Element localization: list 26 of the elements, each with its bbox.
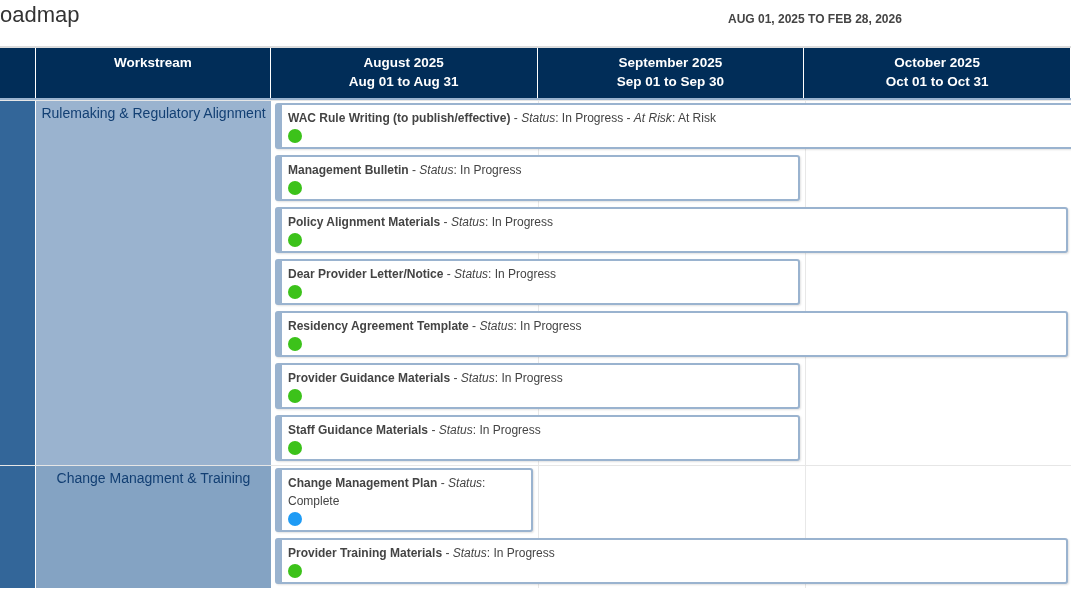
task-label: Staff Guidance Materials - Status: In Progress (288, 422, 542, 439)
task-bar[interactable]: Dear Provider Letter/Notice - Status: In Progress (275, 259, 800, 305)
task-label: Policy Alignment Materials - Status: In Progress (288, 214, 554, 231)
task-label: Residency Agreement Template - Status: In Progress (288, 318, 583, 335)
task-label: WAC Rule Writing (to publish/effective) - Status: In Progress - At Risk: At Risk (288, 110, 717, 127)
date-range: AUG 01, 2025 TO FEB 28, 2026 (728, 12, 902, 26)
column-header: August 2025 Aug 01 to Aug 31 (270, 48, 538, 98)
task-bar[interactable]: Residency Agreement Template - Status: In Progress (275, 311, 1068, 357)
task-label: Management Bulletin - Status: In Progress (288, 162, 523, 179)
task-label: Provider Training Materials - Status: In Progress (288, 545, 556, 562)
task-bar[interactable]: Provider Guidance Materials - Status: In Progress (275, 363, 800, 409)
task-label: Change Management Plan - Status: Complete (288, 475, 487, 510)
task-bar[interactable]: Management Bulletin - Status: In Progress (275, 155, 800, 201)
workstream-name: Rulemaking & Regulatory Alignment (41, 105, 266, 121)
task-label: Provider Guidance Materials - Status: In Progress (288, 370, 564, 387)
task-bar[interactable]: Provider Training Materials - Status: In Progress (275, 538, 1068, 584)
workstream-name: Change Managment & Training (56, 470, 251, 486)
task-bar[interactable]: Change Management Plan - Status: Complete (275, 468, 533, 532)
task-bar[interactable]: Staff Guidance Materials - Status: In Progress (275, 415, 800, 461)
task-label: Dear Provider Letter/Notice - Status: In Progress (288, 266, 558, 283)
task-bar[interactable]: WAC Rule Writing (to publish/effective) - Status: In Progress - At Risk: At Risk (275, 103, 1071, 149)
page-title: oadmap (0, 2, 80, 28)
column-header: September 2025 Sep 01 to Sep 30 (537, 48, 805, 98)
task-bar[interactable]: Policy Alignment Materials - Status: In Progress (275, 207, 1068, 253)
column-header: October 2025 Oct 01 to Oct 31 (804, 48, 1071, 98)
column-header: Workstream (35, 48, 271, 98)
